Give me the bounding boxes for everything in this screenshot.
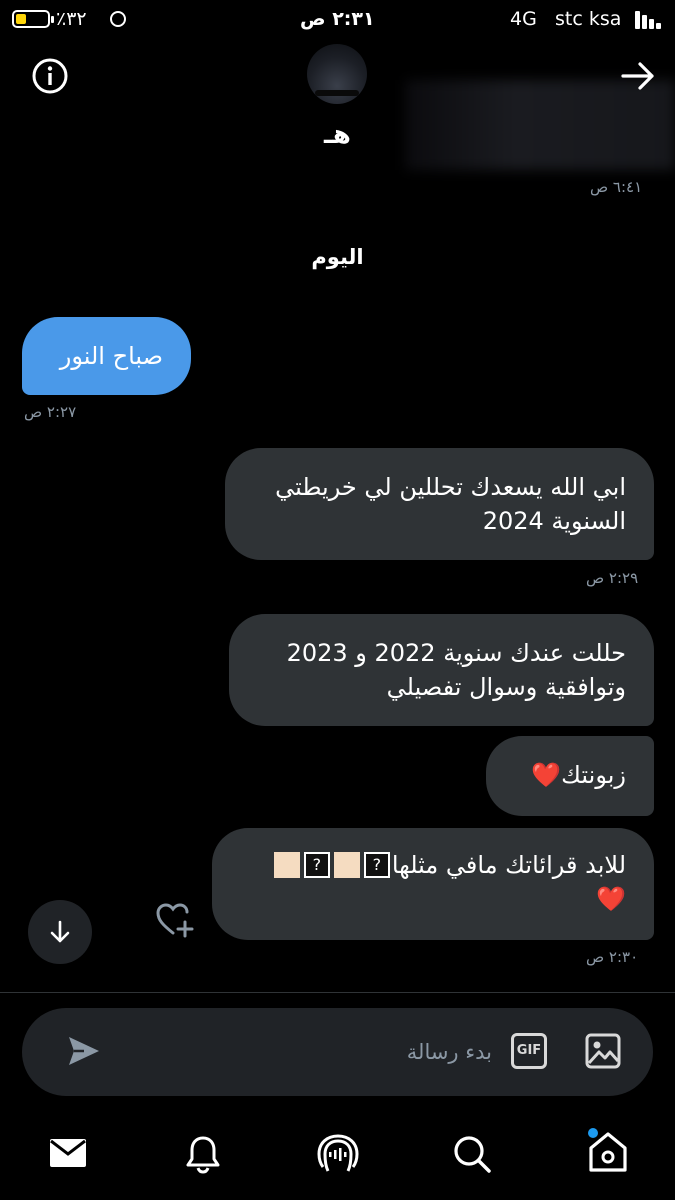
sent-message[interactable]: حللت عندك سنوية 2022 و 2023 وتوافقية وسو… — [229, 614, 654, 726]
message-text-line: ❤️ — [596, 885, 626, 913]
day-separator: اليوم — [311, 245, 364, 269]
image-icon[interactable] — [585, 1033, 621, 1073]
rotation-lock-icon — [110, 11, 126, 27]
carrier-name: stc ksa — [555, 8, 622, 30]
scroll-down-button[interactable] — [28, 900, 92, 964]
arrow-right-icon[interactable] — [616, 54, 660, 98]
notification-dot — [588, 1128, 598, 1138]
status-bar: ٪٣٢ ٢:٣١ ص 4G stc ksa — [0, 0, 675, 40]
conversation-title[interactable]: هـ — [0, 120, 675, 150]
nav-notifications-icon[interactable] — [184, 1134, 222, 1178]
sent-message[interactable]: زبونتك❤️ — [486, 736, 654, 816]
message-text-line: وتوافقية وسوال تفصيلي — [386, 673, 626, 701]
message-text-line: للابد قرائاتك مافي مثلها — [391, 851, 626, 879]
battery-icon — [12, 10, 54, 28]
message-text-line: حللت عندك سنوية 2022 و 2023 — [286, 639, 626, 667]
message-timestamp: ٢:٣٠ ص — [586, 948, 639, 966]
gif-button[interactable]: GIF — [511, 1033, 547, 1069]
unknown-glyph-icon: ? — [363, 852, 390, 878]
nav-spaces-icon[interactable] — [317, 1133, 359, 1179]
battery-percent: ٪٣٢ — [56, 8, 87, 30]
message-text: زبونتك❤️ — [531, 761, 626, 789]
sent-message[interactable]: ابي الله يسعدك تحللين لي خريطتي السنوية … — [225, 448, 654, 560]
message-timestamp: ٢:٢٧ ص — [24, 403, 77, 421]
signal-icon — [635, 9, 663, 29]
add-reaction-icon[interactable] — [154, 900, 196, 940]
network-type: 4G — [510, 8, 537, 30]
arrow-down-icon — [50, 920, 70, 943]
send-icon[interactable] — [66, 1034, 102, 1072]
clock: ٢:٣١ ص — [300, 8, 375, 30]
nav-messages-icon[interactable] — [48, 1136, 88, 1174]
message-text: صباح النور — [59, 342, 163, 370]
message-timestamp: ٦:٤١ ص — [590, 178, 643, 196]
received-message[interactable]: صباح النور — [22, 317, 191, 395]
emoji-placeholder-icon — [333, 852, 360, 878]
unknown-glyph-icon: ? — [303, 852, 330, 878]
emoji-placeholder-icon — [273, 852, 300, 878]
nav-search-icon[interactable] — [452, 1134, 492, 1178]
sent-message[interactable]: للابد قرائاتك مافي مثلها ? ? ❤️ — [212, 828, 654, 940]
message-text-line: ابي الله يسعدك تحللين لي خريطتي — [275, 473, 626, 501]
avatar[interactable] — [307, 44, 367, 104]
message-composer: بدء رسالة GIF — [22, 1008, 653, 1096]
message-timestamp: ٢:٢٩ ص — [586, 569, 639, 587]
info-icon[interactable] — [28, 54, 72, 98]
message-input[interactable]: بدء رسالة — [172, 1034, 492, 1070]
message-text-line: السنوية 2024 — [482, 507, 626, 535]
divider — [0, 992, 675, 993]
